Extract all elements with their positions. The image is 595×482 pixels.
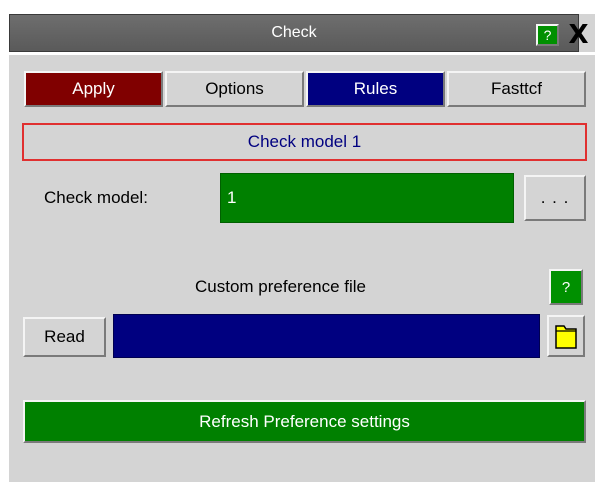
check-model-label-text: Check model: [44, 188, 148, 207]
check-model-picker-button[interactable]: . . . [524, 175, 586, 221]
preference-file-field[interactable] [113, 314, 540, 358]
check-model-banner: Check model 1 [22, 123, 587, 161]
tab-rules[interactable]: Rules [306, 71, 445, 107]
ellipsis-icon: . . . [540, 188, 570, 207]
check-model-label: Check model: [44, 180, 148, 216]
folder-icon [555, 325, 577, 349]
window-title: Check [271, 24, 317, 41]
refresh-button-label: Refresh Preference settings [199, 411, 410, 431]
title-separator [9, 52, 595, 55]
tab-options[interactable]: Options [165, 71, 304, 107]
tab-apply-label: Apply [72, 79, 115, 98]
preference-label: Custom preference file [0, 272, 595, 302]
check-model-value: 1 [227, 188, 237, 207]
banner-text: Check model 1 [247, 132, 362, 151]
preference-label-text: Custom preference file [194, 277, 367, 296]
read-button[interactable]: Read [23, 317, 106, 357]
tab-fasttcf-label: Fasttcf [490, 79, 542, 98]
tab-fasttcf[interactable]: Fasttcf [447, 71, 586, 107]
tab-apply[interactable]: Apply [24, 71, 163, 107]
preference-file-value [114, 327, 120, 344]
title-help-button[interactable]: ? [536, 24, 559, 46]
close-icon: X [568, 20, 589, 50]
refresh-preference-button[interactable]: Refresh Preference settings [23, 400, 586, 443]
help-icon: ? [543, 27, 552, 43]
check-model-field[interactable]: 1 [220, 173, 514, 223]
tab-options-label: Options [205, 79, 264, 98]
read-button-label: Read [44, 327, 85, 346]
browse-folder-button[interactable] [547, 315, 585, 357]
help-icon: ? [561, 278, 571, 296]
preference-help-button[interactable]: ? [549, 269, 583, 305]
window-title-bar[interactable]: Check [9, 14, 579, 52]
tab-rules-label: Rules [353, 79, 398, 98]
close-button[interactable]: X [562, 20, 595, 50]
